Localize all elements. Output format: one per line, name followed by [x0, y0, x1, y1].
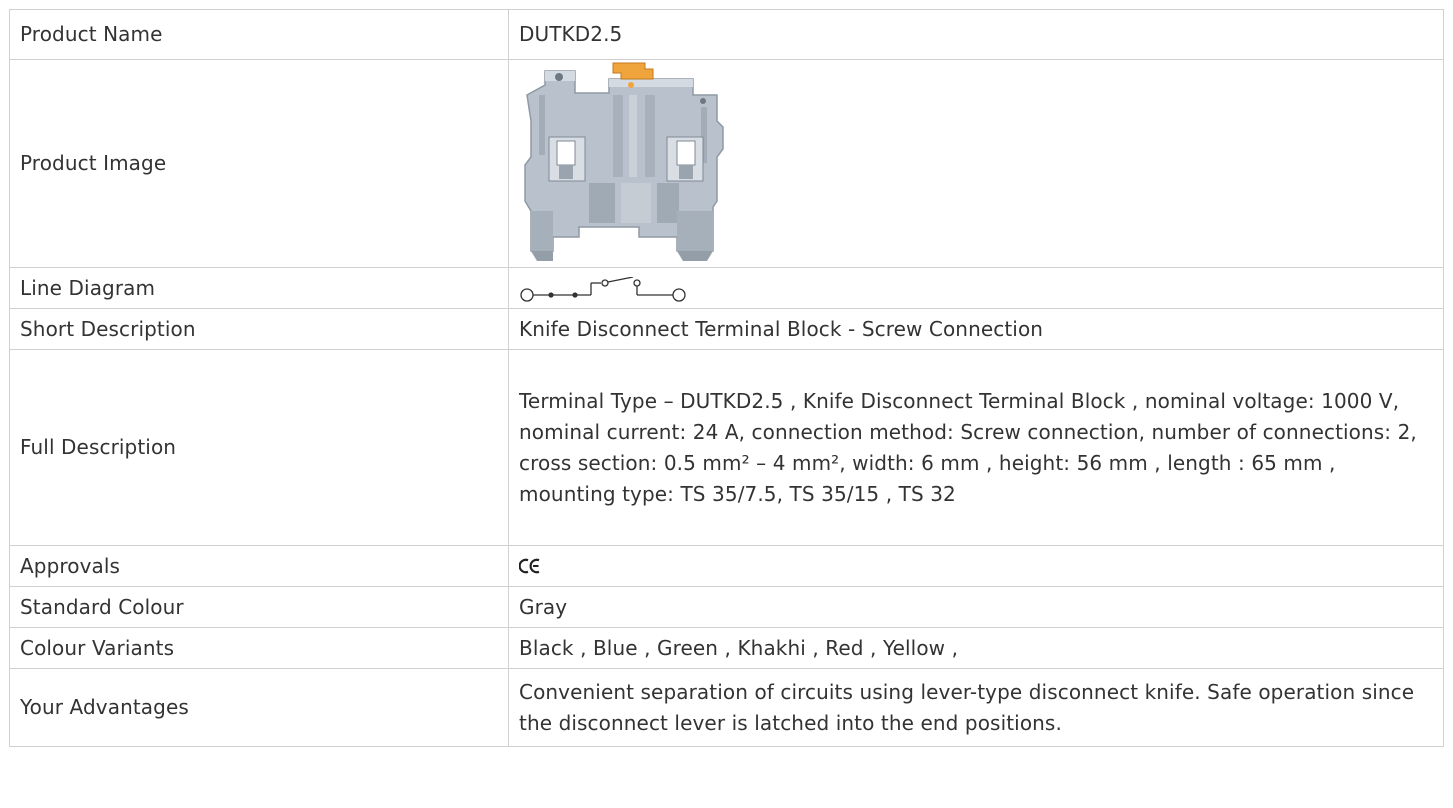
terminal-block-product-image — [517, 60, 731, 267]
row-line-diagram: Line Diagram — [9, 267, 1444, 309]
value-product-name: DUTKD2.5 — [508, 9, 1444, 60]
value-full-description: Terminal Type – DUTKD2.5 , Knife Disconn… — [508, 349, 1444, 546]
product-spec-table: Product Name DUTKD2.5 Product Image Line… — [9, 9, 1444, 747]
row-short-description: Short Description Knife Disconnect Termi… — [9, 308, 1444, 350]
value-product-image — [508, 59, 1444, 268]
ce-mark-icon — [519, 558, 540, 574]
label-product-image: Product Image — [9, 59, 509, 268]
value-your-advantages: Convenient separation of circuits using … — [508, 668, 1444, 747]
row-approvals: Approvals — [9, 545, 1444, 587]
value-approvals — [508, 545, 1444, 587]
row-colour-variants: Colour Variants Black , Blue , Green , K… — [9, 627, 1444, 669]
label-product-name: Product Name — [9, 9, 509, 60]
value-short-description: Knife Disconnect Terminal Block - Screw … — [508, 308, 1444, 350]
row-full-description: Full Description Terminal Type – DUTKD2.… — [9, 349, 1444, 546]
label-full-description: Full Description — [9, 349, 509, 546]
row-product-name: Product Name DUTKD2.5 — [9, 9, 1444, 60]
label-approvals: Approvals — [9, 545, 509, 587]
value-standard-colour: Gray — [508, 586, 1444, 628]
row-your-advantages: Your Advantages Convenient separation of… — [9, 668, 1444, 747]
label-colour-variants: Colour Variants — [9, 627, 509, 669]
value-colour-variants: Black , Blue , Green , Khakhi , Red , Ye… — [508, 627, 1444, 669]
label-line-diagram: Line Diagram — [9, 267, 509, 309]
label-short-description: Short Description — [9, 308, 509, 350]
row-standard-colour: Standard Colour Gray — [9, 586, 1444, 628]
row-product-image: Product Image — [9, 59, 1444, 268]
value-line-diagram — [508, 267, 1444, 309]
knife-disconnect-line-diagram-icon — [520, 277, 686, 302]
label-standard-colour: Standard Colour — [9, 586, 509, 628]
label-your-advantages: Your Advantages — [9, 668, 509, 747]
